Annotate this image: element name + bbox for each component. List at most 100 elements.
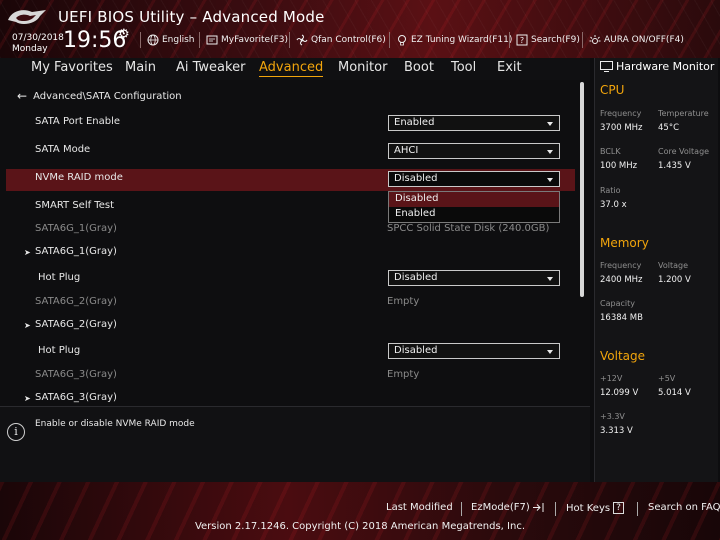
chevron-down-icon: [547, 178, 553, 182]
sata6g-2-group[interactable]: SATA6G_2(Gray): [35, 319, 117, 330]
last-modified-button[interactable]: Last Modified: [386, 502, 453, 513]
memory-capacity-value: 16384 MB: [600, 313, 643, 323]
chevron-down-icon: [547, 350, 553, 354]
header-divider: [199, 32, 200, 48]
sata6g-3-info-value: Empty: [387, 369, 420, 380]
myfavorite-label: MyFavorite(F3): [221, 35, 288, 45]
memory-voltage-value: 1.200 V: [658, 275, 691, 285]
sata-mode-value: AHCI: [394, 145, 419, 156]
cpu-bclk-label: BCLK: [600, 147, 621, 156]
dropdown-option-disabled[interactable]: Disabled: [389, 192, 559, 207]
sata6g-3-info-label: SATA6G_3(Gray): [35, 369, 117, 380]
cpu-bclk-value: 100 MHz: [600, 161, 638, 171]
tab-advanced[interactable]: Advanced: [259, 60, 324, 77]
day-text: Monday: [12, 44, 48, 54]
version-text: Version 2.17.1246. Copyright (C) 2018 Am…: [194, 521, 526, 532]
help-text: Enable or disable NVMe RAID mode: [35, 419, 195, 429]
nvme-raid-mode-label: NVMe RAID mode: [35, 172, 123, 183]
date-text: 07/30/2018: [12, 33, 64, 43]
help-key-icon: ?: [613, 502, 624, 514]
hot-plug-2-label: Hot Plug: [38, 345, 81, 356]
hot-keys-button[interactable]: Hot Keys ?: [566, 502, 624, 514]
bottom-bar: Last Modified EzMode(F7) Hot Keys ? Sear…: [0, 482, 720, 540]
cpu-temperature-label: Temperature: [658, 109, 709, 118]
top-bar: UEFI BIOS Utility – Advanced Mode 07/30/…: [0, 0, 720, 58]
cpu-heading: CPU: [600, 83, 625, 97]
hot-plug-2-value: Disabled: [394, 345, 438, 356]
memory-frequency-value: 2400 MHz: [600, 275, 643, 285]
cpu-frequency-value: 3700 MHz: [600, 123, 643, 133]
tab-tool[interactable]: Tool: [451, 60, 476, 75]
memory-capacity-label: Capacity: [600, 299, 635, 308]
header-divider: [140, 32, 141, 48]
dropdown-option-enabled[interactable]: Enabled: [389, 207, 559, 222]
favorite-icon: [206, 35, 218, 45]
v33-value: 3.313 V: [600, 426, 633, 436]
cpu-temperature-value: 45°C: [658, 123, 680, 133]
language-button[interactable]: English: [147, 33, 195, 47]
help-description-bar: i Enable or disable NVMe RAID mode: [0, 406, 590, 482]
sata6g-2-info-value: Empty: [387, 296, 420, 307]
sata-mode-label: SATA Mode: [35, 144, 91, 155]
hot-keys-label: Hot Keys: [566, 502, 611, 514]
back-arrow-icon[interactable]: ←: [17, 89, 27, 103]
settings-panel: ← Advanced\SATA Configuration SATA Port …: [0, 80, 590, 406]
search-button[interactable]: ? Search(F9): [516, 33, 580, 47]
expand-arrow-icon: ➤: [24, 394, 31, 403]
memory-frequency-label: Frequency: [600, 261, 642, 270]
sata6g-1-info-value: SPCC Solid State Disk (240.0GB): [387, 223, 550, 234]
memory-heading: Memory: [600, 236, 649, 250]
cpu-core-voltage-value: 1.435 V: [658, 161, 691, 171]
sata6g-3-group[interactable]: SATA6G_3(Gray): [35, 392, 117, 403]
tab-my-favorites[interactable]: My Favorites: [31, 60, 113, 75]
sata-port-enable-label: SATA Port Enable: [35, 116, 121, 127]
chevron-down-icon: [547, 122, 553, 126]
monitor-icon: [600, 61, 613, 72]
aura-toggle-button[interactable]: AURA ON/OFF(F4): [589, 33, 684, 47]
memory-voltage-label: Voltage: [658, 261, 689, 270]
footer-divider: [461, 502, 462, 516]
breadcrumb-text: Advanced\SATA Configuration: [33, 90, 182, 102]
v33-label: +3.3V: [600, 412, 625, 421]
ez-tuning-wizard-button[interactable]: EZ Tuning Wizard(F11): [396, 33, 512, 47]
chevron-down-icon: [547, 150, 553, 154]
chevron-down-icon: [547, 277, 553, 281]
header-divider: [389, 32, 390, 48]
tab-boot[interactable]: Boot: [404, 60, 434, 75]
smart-self-test-label[interactable]: SMART Self Test: [35, 200, 114, 211]
sata6g-2-info-label: SATA6G_2(Gray): [35, 296, 117, 307]
tab-ai-tweaker[interactable]: Ai Tweaker: [176, 60, 245, 75]
hot-plug-2-select[interactable]: Disabled: [388, 343, 560, 359]
qfan-control-button[interactable]: Qfan Control(F6): [296, 33, 386, 47]
footer-divider: [555, 502, 556, 516]
tab-main[interactable]: Main: [125, 60, 156, 75]
svg-text:?: ?: [520, 36, 524, 45]
hardware-monitor-panel: Hardware Monitor CPU Frequency Temperatu…: [594, 58, 718, 482]
cpu-ratio-value: 37.0 x: [600, 200, 627, 210]
clock-settings-gear-icon[interactable]: ⚙: [118, 27, 130, 42]
myfavorite-button[interactable]: MyFavorite(F3): [206, 33, 288, 47]
cpu-ratio-label: Ratio: [600, 186, 621, 195]
v12-value: 12.099 V: [600, 388, 639, 398]
hot-plug-1-label: Hot Plug: [38, 272, 81, 283]
bulb-icon: [398, 35, 406, 46]
breadcrumb[interactable]: ← Advanced\SATA Configuration: [17, 89, 182, 103]
scrollbar[interactable]: [580, 82, 584, 297]
hot-plug-1-value: Disabled: [394, 272, 438, 283]
tab-monitor[interactable]: Monitor: [338, 60, 387, 75]
voltage-heading: Voltage: [600, 349, 646, 363]
sata-mode-select[interactable]: AHCI: [388, 143, 560, 159]
qfan-label: Qfan Control(F6): [311, 35, 386, 45]
cpu-frequency-label: Frequency: [600, 109, 642, 118]
sata6g-1-info-label: SATA6G_1(Gray): [35, 223, 117, 234]
sata6g-1-group[interactable]: SATA6G_1(Gray): [35, 246, 117, 257]
nvme-raid-mode-select[interactable]: Disabled: [388, 171, 560, 187]
sata-port-enable-select[interactable]: Enabled: [388, 115, 560, 131]
hardware-monitor-title: Hardware Monitor: [600, 60, 714, 73]
v5-label: +5V: [658, 374, 676, 383]
ezmode-button[interactable]: EzMode(F7): [471, 502, 545, 513]
header-divider: [509, 32, 510, 48]
search-faq-button[interactable]: Search on FAQ: [648, 502, 720, 513]
hot-plug-1-select[interactable]: Disabled: [388, 270, 560, 286]
tab-exit[interactable]: Exit: [497, 60, 522, 75]
